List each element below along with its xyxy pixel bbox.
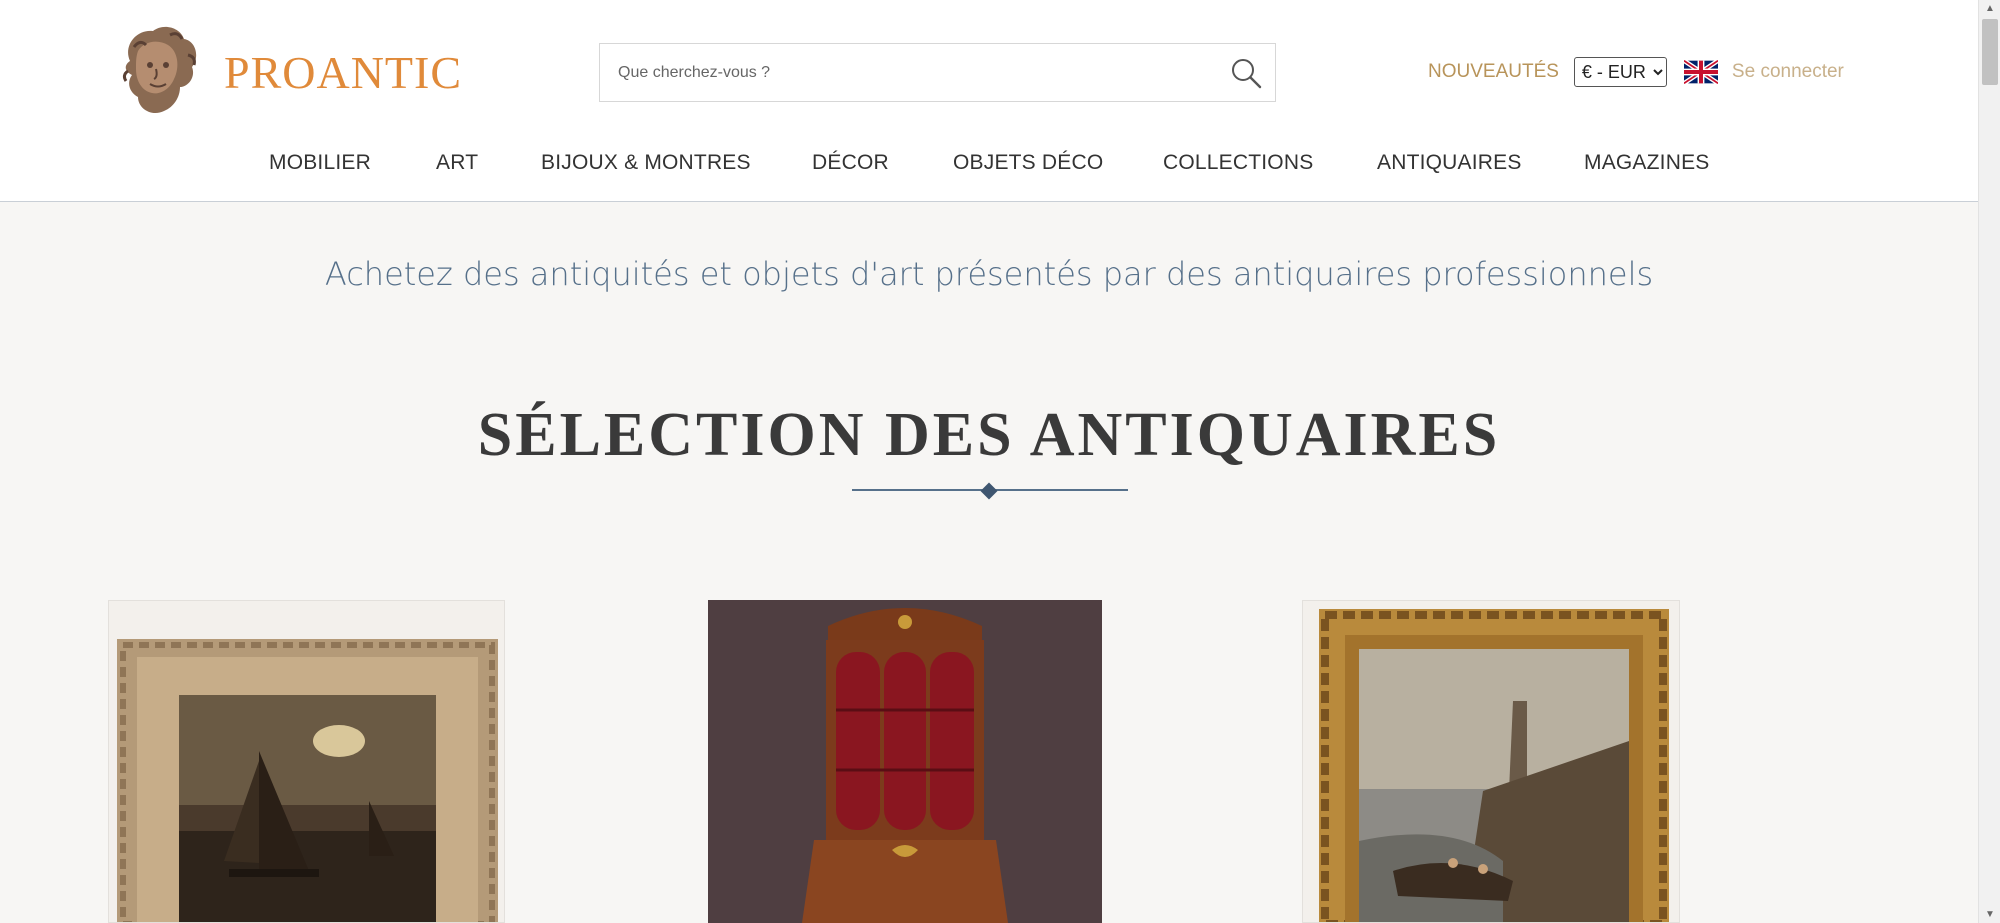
product-carousel <box>108 600 1850 923</box>
product-image-secretary-cabinet <box>708 600 1102 923</box>
uk-flag-icon[interactable] <box>1683 60 1718 84</box>
nav-item-decor[interactable]: DÉCOR <box>812 151 889 175</box>
nav-item-bijoux-montres[interactable]: BIJOUX & MONTRES <box>541 151 751 175</box>
section-title: SÉLECTION DES ANTIQUAIRES <box>477 401 1501 469</box>
vertical-scrollbar[interactable]: ▲ ▼ <box>1978 0 2000 923</box>
header-actions: NOUVEAUTÉS € - EUR Se connecter <box>1428 57 1844 87</box>
logo-text: PROANTIC <box>224 47 463 98</box>
search-bar <box>599 43 1276 102</box>
cherub-head-icon <box>122 26 197 114</box>
title-divider-diamond <box>980 482 998 500</box>
currency-select[interactable]: € - EUR <box>1573 57 1667 87</box>
product-card-secretary-cabinet[interactable] <box>708 600 1102 923</box>
new-arrivals-link[interactable]: NOUVEAUTÉS <box>1428 61 1559 83</box>
login-link[interactable]: Se connecter <box>1732 61 1844 83</box>
main-nav: MOBILIER ART BIJOUX & MONTRES DÉCOR OBJE… <box>108 123 1850 203</box>
search-input[interactable] <box>600 44 1200 101</box>
nav-item-mobilier[interactable]: MOBILIER <box>269 151 371 175</box>
search-icon <box>1232 59 1262 89</box>
site-header: PROANTIC NOUVEAUTÉS € - EUR <box>0 0 1978 202</box>
nav-item-antiquaires[interactable]: ANTIQUAIRES <box>1377 151 1522 175</box>
nav-item-objets-deco[interactable]: OBJETS DÉCO <box>953 151 1103 175</box>
nav-item-collections[interactable]: COLLECTIONS <box>1163 151 1313 175</box>
scrollbar-thumb[interactable] <box>1982 19 1998 85</box>
scroll-down-arrow-icon[interactable]: ▼ <box>1979 906 2000 923</box>
page: PROANTIC NOUVEAUTÉS € - EUR <box>0 0 2000 923</box>
site-logo[interactable]: PROANTIC <box>108 21 461 121</box>
scroll-up-arrow-icon[interactable]: ▲ <box>1979 0 2000 17</box>
nav-item-magazines[interactable]: MAGAZINES <box>1584 151 1709 175</box>
product-card-painting-harbor[interactable] <box>108 600 505 923</box>
product-image-harbor-painting <box>117 639 498 922</box>
product-image-coastal-painting <box>1319 609 1669 922</box>
tagline: Achetez des antiquités et objets d'art p… <box>324 255 1654 293</box>
search-button[interactable] <box>1229 56 1263 90</box>
nav-item-art[interactable]: ART <box>436 151 478 175</box>
product-card-painting-coast[interactable] <box>1302 600 1680 923</box>
